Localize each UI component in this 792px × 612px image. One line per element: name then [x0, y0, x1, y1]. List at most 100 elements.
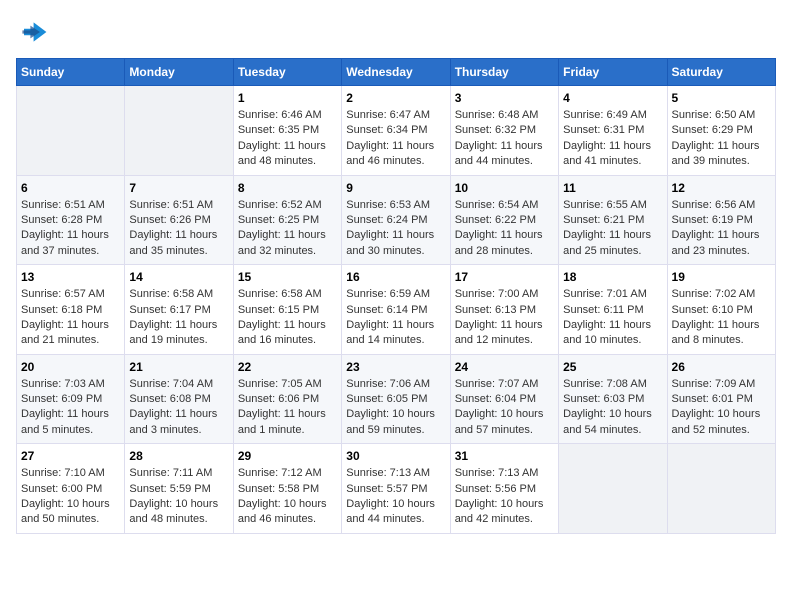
calendar-cell: 24 Sunrise: 7:07 AMSunset: 6:04 PMDayligh…: [450, 354, 558, 444]
day-number: 24: [455, 360, 554, 374]
calendar-cell: 12 Sunrise: 6:56 AMSunset: 6:19 PMDayligh…: [667, 175, 775, 265]
calendar-cell: [125, 86, 233, 176]
calendar-cell: 23 Sunrise: 7:06 AMSunset: 6:05 PMDayligh…: [342, 354, 450, 444]
cell-content: Sunrise: 7:05 AMSunset: 6:06 PMDaylight:…: [238, 377, 337, 439]
cell-content: Sunrise: 7:02 AMSunset: 6:10 PMDaylight:…: [672, 287, 771, 349]
cell-content: Sunrise: 6:55 AMSunset: 6:21 PMDaylight:…: [563, 198, 662, 260]
day-number: 20: [21, 360, 120, 374]
day-number: 30: [346, 449, 445, 463]
calendar-cell: 21 Sunrise: 7:04 AMSunset: 6:08 PMDayligh…: [125, 354, 233, 444]
cell-content: Sunrise: 7:07 AMSunset: 6:04 PMDaylight:…: [455, 377, 554, 439]
week-row-4: 20Sunrise: 7:03 AMSunset: 6:09 PMDayligh…: [17, 354, 776, 444]
weekday-header-tuesday: Tuesday: [233, 59, 341, 86]
weekday-header-friday: Friday: [559, 59, 667, 86]
week-row-3: 13 Sunrise: 6:57 AMSunset: 6:18 PMDayligh…: [17, 265, 776, 355]
cell-content: Sunrise: 6:56 AMSunset: 6:19 PMDaylight:…: [672, 198, 771, 260]
cell-content: Sunrise: 6:57 AMSunset: 6:18 PMDaylight:…: [21, 287, 120, 349]
calendar-cell: [667, 444, 775, 534]
calendar-cell: 25Sunrise: 7:08 AMSunset: 6:03 PMDayligh…: [559, 354, 667, 444]
day-number: 4: [563, 91, 662, 105]
day-number: 1: [238, 91, 337, 105]
cell-content: Sunrise: 6:48 AMSunset: 6:32 PMDaylight:…: [455, 108, 554, 170]
day-number: 6: [21, 181, 120, 195]
day-number: 15: [238, 270, 337, 284]
day-number: 3: [455, 91, 554, 105]
day-number: 12: [672, 181, 771, 195]
calendar-cell: 15 Sunrise: 6:58 AMSunset: 6:15 PMDayligh…: [233, 265, 341, 355]
calendar-cell: 16 Sunrise: 6:59 AMSunset: 6:14 PMDayligh…: [342, 265, 450, 355]
calendar-cell: 19 Sunrise: 7:02 AMSunset: 6:10 PMDayligh…: [667, 265, 775, 355]
day-number: 7: [129, 181, 228, 195]
weekday-header-sunday: Sunday: [17, 59, 125, 86]
calendar-cell: 27 Sunrise: 7:10 AMSunset: 6:00 PMDayligh…: [17, 444, 125, 534]
cell-content: Sunrise: 6:49 AMSunset: 6:31 PMDaylight:…: [563, 108, 662, 170]
day-number: 17: [455, 270, 554, 284]
cell-content: Sunrise: 6:47 AMSunset: 6:34 PMDaylight:…: [346, 108, 445, 170]
day-number: 21: [129, 360, 228, 374]
calendar-cell: 18 Sunrise: 7:01 AMSunset: 6:11 PMDayligh…: [559, 265, 667, 355]
calendar-cell: 3 Sunrise: 6:48 AMSunset: 6:32 PMDaylight…: [450, 86, 558, 176]
weekday-header-wednesday: Wednesday: [342, 59, 450, 86]
calendar-cell: 13 Sunrise: 6:57 AMSunset: 6:18 PMDayligh…: [17, 265, 125, 355]
cell-content: Sunrise: 7:08 AMSunset: 6:03 PMDaylight:…: [563, 377, 662, 439]
cell-content: Sunrise: 6:51 AMSunset: 6:26 PMDaylight:…: [129, 198, 228, 260]
day-number: 18: [563, 270, 662, 284]
day-number: 31: [455, 449, 554, 463]
cell-content: Sunrise: 7:10 AMSunset: 6:00 PMDaylight:…: [21, 466, 120, 528]
cell-content: Sunrise: 7:13 AMSunset: 5:57 PMDaylight:…: [346, 466, 445, 528]
calendar-cell: 30 Sunrise: 7:13 AMSunset: 5:57 PMDayligh…: [342, 444, 450, 534]
calendar-cell: 17 Sunrise: 7:00 AMSunset: 6:13 PMDayligh…: [450, 265, 558, 355]
cell-content: Sunrise: 6:53 AMSunset: 6:24 PMDaylight:…: [346, 198, 445, 260]
cell-content: Sunrise: 6:58 AMSunset: 6:17 PMDaylight:…: [129, 287, 228, 349]
cell-content: Sunrise: 6:59 AMSunset: 6:14 PMDaylight:…: [346, 287, 445, 349]
calendar-cell: 26Sunrise: 7:09 AMSunset: 6:01 PMDayligh…: [667, 354, 775, 444]
day-number: 13: [21, 270, 120, 284]
day-number: 29: [238, 449, 337, 463]
day-number: 8: [238, 181, 337, 195]
weekday-header-saturday: Saturday: [667, 59, 775, 86]
cell-content: Sunrise: 7:00 AMSunset: 6:13 PMDaylight:…: [455, 287, 554, 349]
calendar-cell: 20Sunrise: 7:03 AMSunset: 6:09 PMDayligh…: [17, 354, 125, 444]
calendar-cell: 10Sunrise: 6:54 AMSunset: 6:22 PMDayligh…: [450, 175, 558, 265]
calendar-cell: 6 Sunrise: 6:51 AMSunset: 6:28 PMDaylight…: [17, 175, 125, 265]
calendar-cell: [17, 86, 125, 176]
week-row-5: 27 Sunrise: 7:10 AMSunset: 6:00 PMDayligh…: [17, 444, 776, 534]
calendar-table: SundayMondayTuesdayWednesdayThursdayFrid…: [16, 58, 776, 534]
calendar-cell: 8Sunrise: 6:52 AMSunset: 6:25 PMDaylight…: [233, 175, 341, 265]
cell-content: Sunrise: 6:50 AMSunset: 6:29 PMDaylight:…: [672, 108, 771, 170]
day-number: 11: [563, 181, 662, 195]
calendar-cell: 28 Sunrise: 7:11 AMSunset: 5:59 PMDayligh…: [125, 444, 233, 534]
cell-content: Sunrise: 7:06 AMSunset: 6:05 PMDaylight:…: [346, 377, 445, 439]
day-number: 9: [346, 181, 445, 195]
cell-content: Sunrise: 7:09 AMSunset: 6:01 PMDaylight:…: [672, 377, 771, 439]
cell-content: Sunrise: 7:04 AMSunset: 6:08 PMDaylight:…: [129, 377, 228, 439]
calendar-cell: 22 Sunrise: 7:05 AMSunset: 6:06 PMDayligh…: [233, 354, 341, 444]
calendar-cell: [559, 444, 667, 534]
calendar-cell: 11 Sunrise: 6:55 AMSunset: 6:21 PMDayligh…: [559, 175, 667, 265]
day-number: 5: [672, 91, 771, 105]
cell-content: Sunrise: 6:46 AMSunset: 6:35 PMDaylight:…: [238, 108, 337, 170]
calendar-cell: 2 Sunrise: 6:47 AMSunset: 6:34 PMDaylight…: [342, 86, 450, 176]
cell-content: Sunrise: 6:51 AMSunset: 6:28 PMDaylight:…: [21, 198, 120, 260]
day-number: 28: [129, 449, 228, 463]
weekday-header-thursday: Thursday: [450, 59, 558, 86]
day-number: 19: [672, 270, 771, 284]
logo-icon: [16, 16, 48, 48]
calendar-cell: 9 Sunrise: 6:53 AMSunset: 6:24 PMDaylight…: [342, 175, 450, 265]
cell-content: Sunrise: 7:01 AMSunset: 6:11 PMDaylight:…: [563, 287, 662, 349]
calendar-cell: 5 Sunrise: 6:50 AMSunset: 6:29 PMDaylight…: [667, 86, 775, 176]
day-number: 27: [21, 449, 120, 463]
day-number: 10: [455, 181, 554, 195]
day-number: 23: [346, 360, 445, 374]
weekday-header-row: SundayMondayTuesdayWednesdayThursdayFrid…: [17, 59, 776, 86]
page-header: [16, 16, 776, 48]
day-number: 2: [346, 91, 445, 105]
day-number: 16: [346, 270, 445, 284]
weekday-header-monday: Monday: [125, 59, 233, 86]
cell-content: Sunrise: 6:58 AMSunset: 6:15 PMDaylight:…: [238, 287, 337, 349]
day-number: 22: [238, 360, 337, 374]
week-row-1: 1 Sunrise: 6:46 AMSunset: 6:35 PMDaylight…: [17, 86, 776, 176]
calendar-cell: 1 Sunrise: 6:46 AMSunset: 6:35 PMDaylight…: [233, 86, 341, 176]
calendar-cell: 14Sunrise: 6:58 AMSunset: 6:17 PMDayligh…: [125, 265, 233, 355]
cell-content: Sunrise: 7:11 AMSunset: 5:59 PMDaylight:…: [129, 466, 228, 528]
